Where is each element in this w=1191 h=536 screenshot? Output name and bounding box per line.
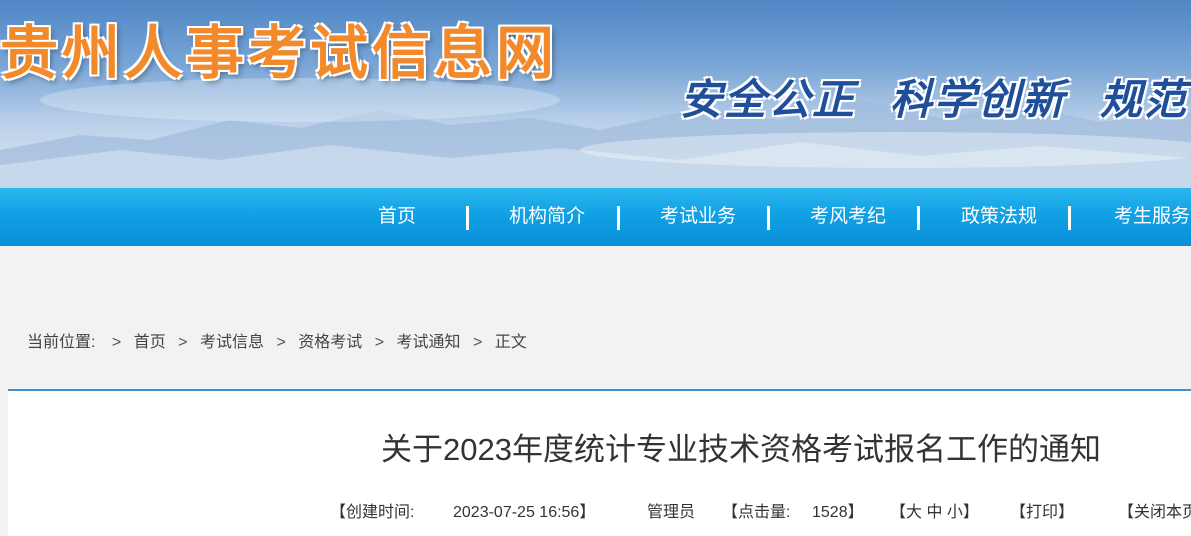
breadcrumb-exam-info-link[interactable]: 考试信息 xyxy=(200,334,264,351)
author: 管理员 xyxy=(647,504,696,521)
nav-separator xyxy=(617,206,620,230)
nav-separator xyxy=(466,206,469,230)
nav-item-home[interactable]: 首页 xyxy=(322,188,472,246)
breadcrumb-separator: > xyxy=(276,334,286,351)
nav-item-exam-discipline[interactable]: 考风考纪 xyxy=(773,188,923,246)
slogan: 安全公正 科学创新 规范 xyxy=(680,66,1191,127)
hit-count-value: 1528】 xyxy=(812,504,864,521)
slogan-part-1: 安全公正 xyxy=(680,75,857,124)
slogan-part-3: 规范 xyxy=(1100,75,1189,124)
breadcrumb-exam-notice-link[interactable]: 考试通知 xyxy=(397,334,461,351)
close-page-button[interactable]: 【关闭本页】 xyxy=(1118,498,1191,522)
created-time-label: 【创建时间: xyxy=(330,504,415,521)
nav-item-about[interactable]: 机构简介 xyxy=(472,188,622,246)
breadcrumb-current: 正文 xyxy=(494,334,527,351)
breadcrumb-separator: > xyxy=(111,334,122,351)
print-button[interactable]: 【打印】 xyxy=(1010,498,1074,522)
created-time-value: 2023-07-25 16:56】 xyxy=(453,504,596,521)
nav-item-policies[interactable]: 政策法规 xyxy=(924,188,1074,246)
nav-item-exam-business[interactable]: 考试业务 xyxy=(623,188,773,246)
font-size-toggle[interactable]: 【大 中 小】 xyxy=(890,498,979,522)
breadcrumb-prefix: 当前位置: xyxy=(27,334,96,351)
breadcrumb-separator: > xyxy=(374,334,385,351)
nav-separator xyxy=(917,206,920,230)
nav-item-candidate-services[interactable]: 考生服务 xyxy=(1077,188,1191,246)
article-title: 关于2023年度统计专业技术资格考试报名工作的通知 xyxy=(381,432,1101,467)
main-nav: 首页 机构简介 考试业务 考风考纪 政策法规 考生服务 xyxy=(0,188,1191,246)
breadcrumb-qualification-exam-link[interactable]: 资格考试 xyxy=(298,334,362,351)
nav-separator xyxy=(767,206,770,230)
hit-count-label: 【点击量: xyxy=(722,504,791,521)
breadcrumb: 当前位置: > 首页 > 考试信息 > 资格考试 > 考试通知 > 正文 xyxy=(27,328,527,352)
site-title: 贵州人事考试信息网 xyxy=(0,19,559,87)
breadcrumb-separator: > xyxy=(178,334,188,351)
breadcrumb-separator: > xyxy=(472,334,483,351)
breadcrumb-home-link[interactable]: 首页 xyxy=(134,334,166,351)
nav-separator xyxy=(1068,206,1071,230)
slogan-part-2: 科学创新 xyxy=(890,75,1067,124)
header-banner: 贵州人事考试信息网 安全公正 科学创新 规范 xyxy=(0,0,1191,188)
